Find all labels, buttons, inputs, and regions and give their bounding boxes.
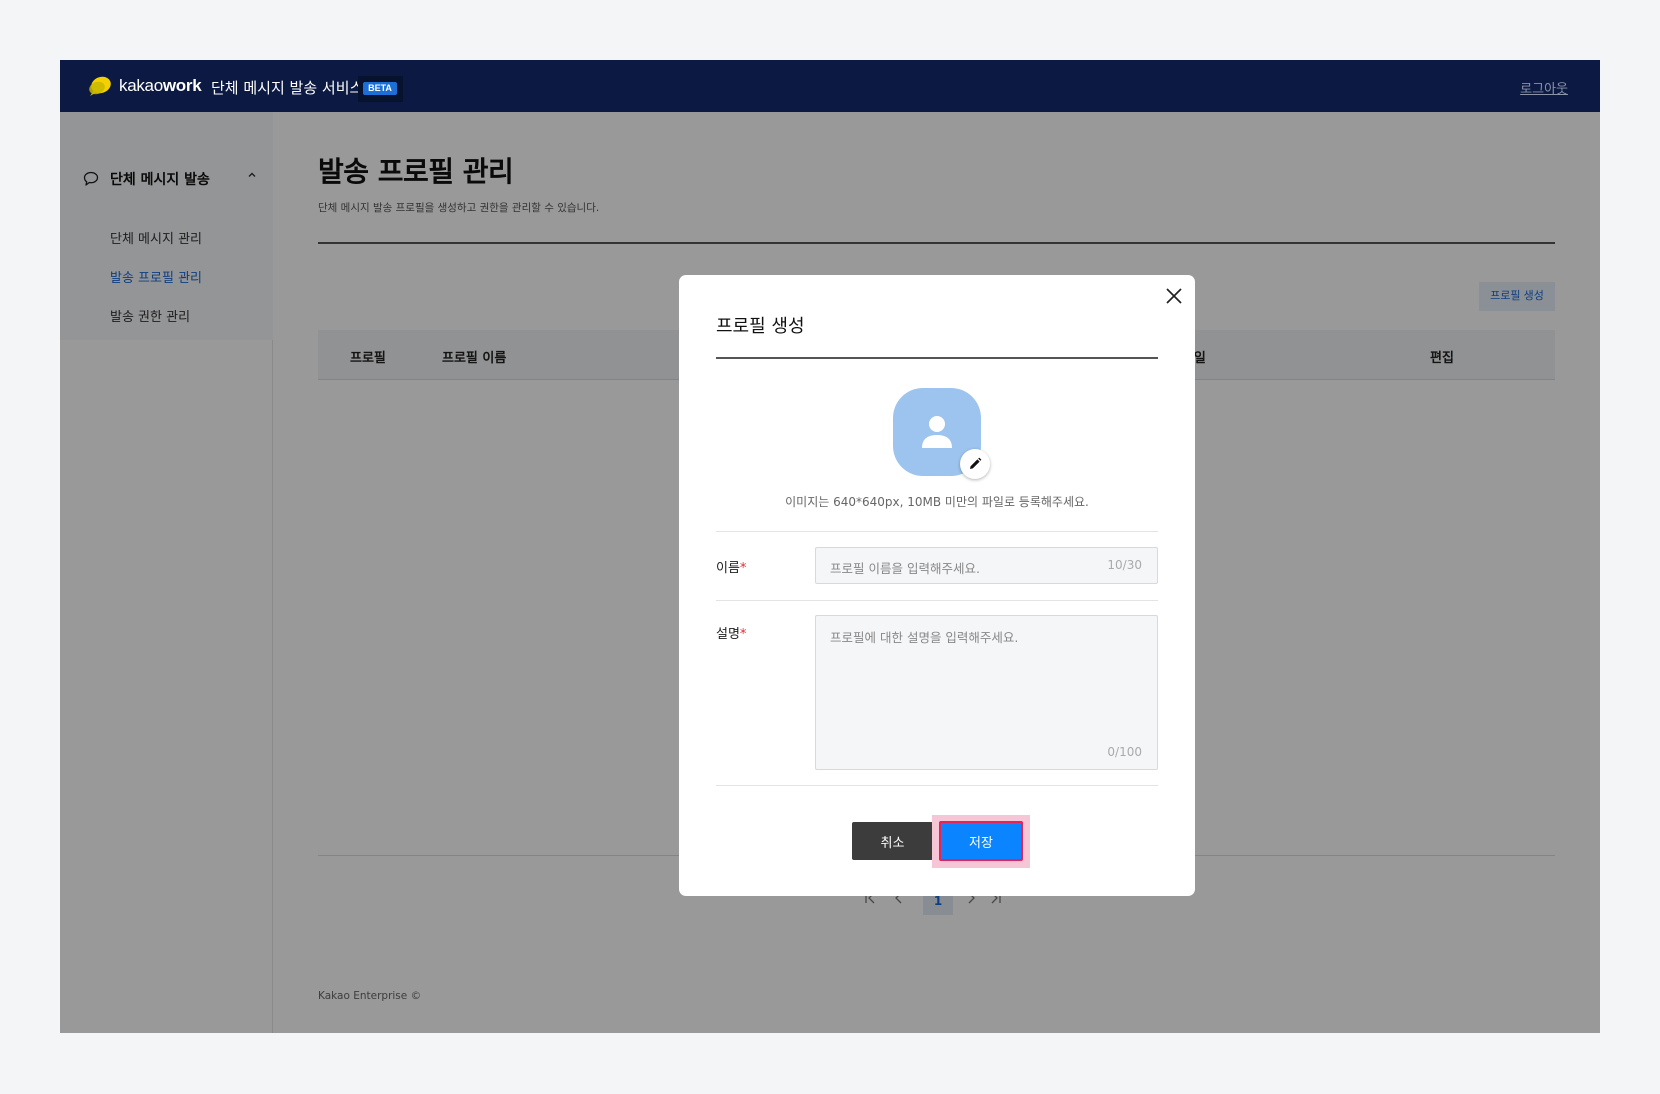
form-divider xyxy=(716,531,1158,532)
service-title: 단체 메시지 발송 서비스 xyxy=(211,79,364,97)
close-icon[interactable] xyxy=(1163,285,1185,307)
beta-badge-wrap: BETA xyxy=(358,76,403,102)
pencil-icon xyxy=(970,457,982,469)
required-marker: * xyxy=(739,561,747,576)
required-marker: * xyxy=(739,627,747,642)
kakaowork-logo-icon xyxy=(89,76,111,96)
app-window: kakaowork 단체 메시지 발송 서비스 BETA 로그아웃 단체 메시지… xyxy=(60,60,1600,1033)
profile-description-char-count: 0/100 xyxy=(1107,745,1142,759)
brand-name-light: kakao xyxy=(119,76,163,95)
profile-name-input[interactable]: 프로필 이름을 입력해주세요. 10/30 xyxy=(815,547,1158,584)
profile-name-placeholder: 프로필 이름을 입력해주세요. xyxy=(830,561,980,576)
modal-title-divider xyxy=(716,357,1158,359)
profile-name-char-count: 10/30 xyxy=(1107,558,1142,572)
description-field-label: 설명* xyxy=(716,623,746,642)
beta-badge: BETA xyxy=(363,82,397,95)
logout-link[interactable]: 로그아웃 xyxy=(1520,78,1568,97)
create-profile-modal: 프로필 생성 이미지는 640*640px, 10MB 미만의 파일로 등록해주… xyxy=(679,275,1195,896)
description-label-text: 설명 xyxy=(716,627,740,642)
name-label-text: 이름 xyxy=(716,561,740,576)
top-navigation-bar: kakaowork 단체 메시지 발송 서비스 BETA 로그아웃 xyxy=(60,60,1600,112)
save-button[interactable]: 저장 xyxy=(939,821,1023,861)
form-divider xyxy=(716,600,1158,601)
form-divider xyxy=(716,785,1158,786)
name-field-label: 이름* xyxy=(716,557,746,576)
cancel-button[interactable]: 취소 xyxy=(852,822,933,860)
brand-name-bold: work xyxy=(162,76,202,95)
edit-image-button[interactable] xyxy=(960,449,990,479)
modal-title: 프로필 생성 xyxy=(716,316,805,337)
profile-description-textarea[interactable]: 프로필에 대한 설명을 입력해주세요. 0/100 xyxy=(815,615,1158,770)
brand-name: kakaowork xyxy=(119,76,202,96)
image-upload-hint: 이미지는 640*640px, 10MB 미만의 파일로 등록해주세요. xyxy=(785,495,1089,509)
profile-description-placeholder: 프로필에 대한 설명을 입력해주세요. xyxy=(830,630,1019,645)
